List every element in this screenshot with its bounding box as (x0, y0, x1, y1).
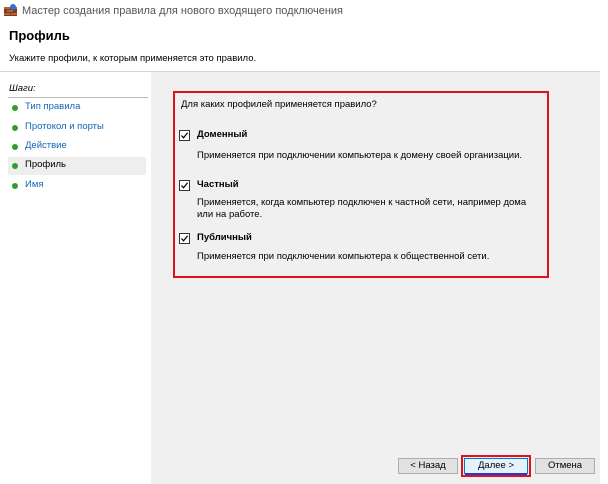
sidebar-item-profile[interactable]: Профиль (8, 157, 146, 175)
steps-divider (8, 97, 148, 98)
domain-checkbox[interactable] (179, 130, 190, 141)
public-description: Применяется при подключении компьютера к… (197, 251, 490, 262)
page-subtitle: Укажите профили, к которым применяется э… (9, 53, 257, 64)
checkmark-icon (181, 132, 189, 139)
checkmark-icon (181, 182, 189, 189)
checkmark-icon (181, 235, 189, 242)
window-right-edge (600, 0, 608, 484)
sidebar-item-label: Протокол и порты (25, 121, 104, 132)
sidebar-item-rule-type[interactable]: Тип правила (8, 99, 146, 117)
back-button[interactable]: < Назад (398, 458, 458, 474)
page-title: Профиль (9, 28, 70, 43)
private-label: Частный (197, 179, 239, 190)
domain-label: Доменный (197, 129, 248, 140)
green-dot-icon (12, 125, 18, 131)
sidebar-item-protocol-ports[interactable]: Протокол и порты (8, 119, 146, 137)
window-title: Мастер создания правила для нового входя… (22, 5, 343, 17)
green-dot-icon (12, 105, 18, 111)
next-button-underline (465, 473, 527, 475)
sidebar-item-action[interactable]: Действие (8, 138, 146, 156)
cancel-button[interactable]: Отмена (535, 458, 595, 474)
green-dot-icon (12, 163, 18, 169)
next-button[interactable]: Далее > (464, 458, 528, 474)
public-checkbox[interactable] (179, 233, 190, 244)
steps-label: Шаги: (9, 83, 36, 94)
steps-sidebar: Шаги: Тип правила Протокол и порты Дейст… (0, 72, 151, 484)
sidebar-item-label: Тип правила (25, 101, 81, 112)
sidebar-item-name[interactable]: Имя (8, 177, 146, 195)
private-checkbox[interactable] (179, 180, 190, 191)
green-dot-icon (12, 144, 18, 150)
domain-description: Применяется при подключении компьютера к… (197, 150, 523, 161)
green-dot-icon (12, 183, 18, 189)
public-label: Публичный (197, 232, 252, 243)
title-bar: Мастер создания правила для нового входя… (0, 0, 608, 22)
profiles-question: Для каких профилей применяется правило? (181, 99, 377, 110)
main-panel: Для каких профилей применяется правило? … (151, 72, 608, 484)
wizard-header: Профиль Укажите профили, к которым приме… (0, 22, 608, 72)
firewall-wall-icon (4, 4, 17, 16)
sidebar-item-label: Имя (25, 179, 44, 190)
sidebar-item-label: Действие (25, 140, 67, 151)
sidebar-item-label: Профиль (25, 159, 67, 170)
private-description: Применяется, когда компьютер подключен к… (197, 197, 527, 220)
